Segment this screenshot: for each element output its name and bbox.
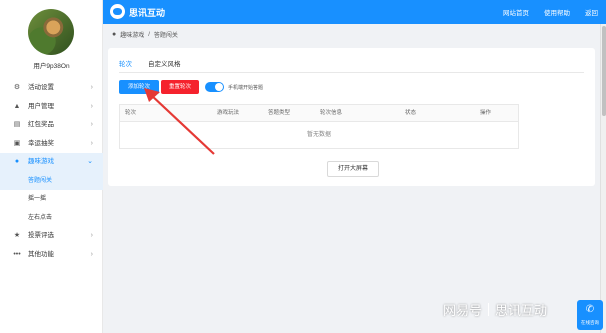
sidebar-subitem-label: 答题闯关 [28, 177, 53, 184]
chevron-right-icon: › [90, 250, 93, 258]
sidebar-subitem-quiz[interactable]: 答题闯关 [0, 171, 103, 190]
online-consult-label: 在线咨询 [581, 320, 599, 325]
sidebar-item-voting[interactable]: ★ 投票评选 › [0, 227, 103, 246]
header-links: 网站首页 使用帮助 返回 [503, 7, 598, 17]
watermark-brand: 思讯互动 [495, 303, 548, 318]
app-title: 思讯互动 [129, 8, 166, 18]
header-link-back[interactable]: 返回 [585, 7, 598, 17]
user-icon: ▲ [13, 102, 21, 110]
scrollbar-thumb[interactable] [602, 26, 606, 116]
sidebar-subitem-label: 摇一摇 [28, 196, 47, 202]
online-consult-button[interactable]: ✆ 在线咨询 [577, 300, 603, 330]
sidebar-nav: ⚙ 活动设置 › ▲ 用户管理 › ▤ 红包奖品 › ▣ 幸运抽奖 › ● 趣味游戏 ⌄ 答题闯关 … [0, 79, 103, 264]
breadcrumb-separator: / [148, 31, 150, 38]
sidebar-item-user-management[interactable]: ▲ 用户管理 › [0, 98, 103, 117]
header-link-home[interactable]: 网站首页 [503, 7, 529, 17]
column-header-round-info: 轮次信息 [320, 110, 343, 116]
sidebar-item-label: 投票评选 [28, 232, 54, 239]
sidebar-subitem-shake[interactable]: 摇一摇 [0, 190, 103, 209]
sidebar-item-label: 活动设置 [28, 84, 54, 91]
mobile-answer-toggle-label: 手机端开始答题 [228, 85, 264, 91]
avatar[interactable] [28, 9, 74, 55]
gear-people-icon: ⚙ [13, 84, 21, 91]
sidebar-item-label: 幸运抽奖 [28, 139, 54, 147]
lottery-icon: ▣ [13, 139, 21, 147]
more-icon: ••• [13, 250, 21, 258]
game-icon: ● [14, 158, 20, 165]
watermark-source: 网易号 [443, 303, 483, 318]
chat-icon: ✆ [585, 304, 595, 315]
sidebar-item-fun-games[interactable]: ● 趣味游戏 ⌄ [0, 153, 103, 172]
logo-icon [110, 4, 125, 19]
game-icon: ● [112, 31, 117, 38]
column-header-actions: 操作 [480, 110, 492, 116]
chevron-right-icon: › [90, 102, 93, 110]
top-header: 思讯互动 网站首页 使用帮助 返回 [103, 0, 606, 24]
chevron-right-icon: › [90, 84, 93, 91]
column-header-status: 状态 [405, 110, 417, 116]
watermark: 网易号 思讯互动 [443, 300, 547, 319]
sidebar-item-activity-settings[interactable]: ⚙ 活动设置 › [0, 79, 103, 98]
breadcrumb: ● 趣味游戏 / 答题闯关 [112, 30, 178, 39]
sidebar-item-label: 趣味游戏 [28, 158, 54, 165]
breadcrumb-item[interactable]: 趣味游戏 [120, 30, 144, 39]
sidebar-item-label: 红包奖品 [28, 121, 54, 128]
sidebar-item-red-packet[interactable]: ▤ 红包奖品 › [0, 116, 103, 135]
arrow-shaft [149, 93, 215, 155]
sidebar-subitem-left-right-click[interactable]: 左右点击 [0, 209, 103, 228]
gift-icon: ▤ [13, 121, 21, 128]
chevron-right-icon: › [90, 232, 93, 239]
sidebar-item-other[interactable]: ••• 其他功能 › [0, 246, 103, 265]
header-link-help[interactable]: 使用帮助 [544, 7, 570, 17]
sidebar-subitem-label: 左右点击 [28, 214, 53, 221]
sidebar: 用户9p38On ⚙ 活动设置 › ▲ 用户管理 › ▤ 红包奖品 › ▣ 幸运抽奖 › ● 趣味… [0, 0, 103, 333]
chevron-right-icon: › [90, 139, 93, 147]
tab-rounds[interactable]: 轮次 [119, 58, 132, 73]
tab-custom-style[interactable]: 自定义风格 [148, 58, 181, 73]
chevron-down-icon: ⌄ [87, 158, 93, 165]
annotation-arrow [144, 88, 215, 155]
star-icon: ★ [13, 232, 21, 239]
sidebar-item-lottery[interactable]: ▣ 幸运抽奖 › [0, 135, 103, 154]
breadcrumb-item-current: 答题闯关 [153, 33, 178, 39]
open-big-screen-button[interactable]: 打开大屏幕 [327, 161, 379, 177]
tabs: 轮次 自定义风格 [119, 58, 181, 73]
chevron-right-icon: › [90, 121, 93, 128]
username: 用户9p38On [33, 63, 70, 70]
sidebar-item-label: 其他功能 [28, 250, 54, 258]
tab-divider [119, 72, 584, 73]
watermark-divider [488, 303, 490, 316]
vertical-scrollbar[interactable] [600, 24, 606, 333]
sidebar-item-label: 用户管理 [28, 102, 54, 110]
column-header-question-type: 答题类型 [268, 110, 291, 116]
